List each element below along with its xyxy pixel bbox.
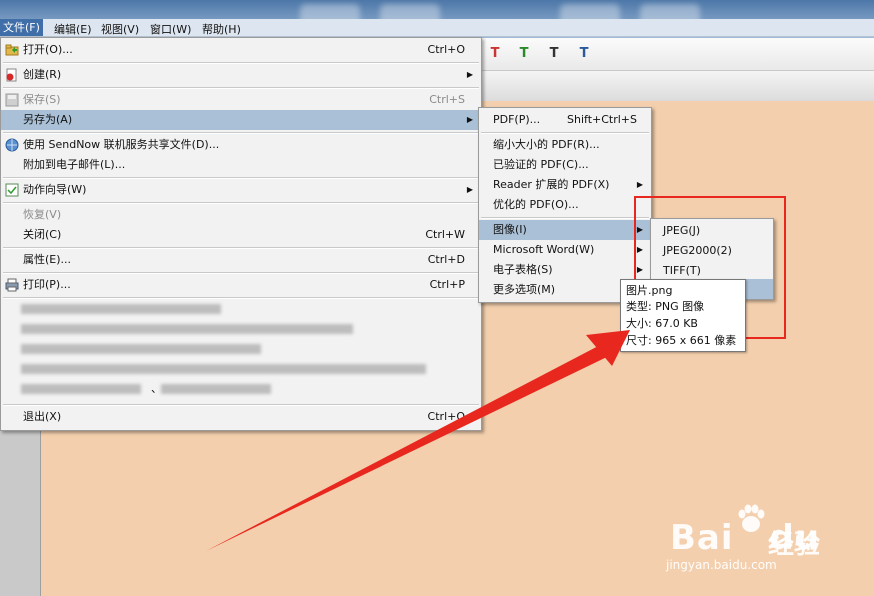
watermark-url: jingyan.baidu.com [666, 558, 777, 572]
watermark-jingyan: 经验 [768, 530, 821, 560]
baidu-jingyan-watermark: Bai du 经验 jingyan.baidu.com [660, 500, 860, 580]
arrow-shaft [206, 343, 611, 551]
paw-icon [738, 504, 765, 532]
